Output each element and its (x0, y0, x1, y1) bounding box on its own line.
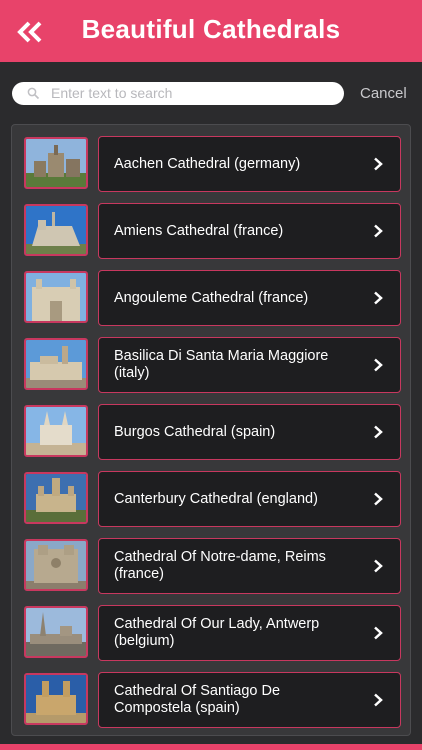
page-title: Beautiful Cathedrals (81, 14, 341, 44)
thumbnail-image (24, 137, 88, 189)
chevron-right-icon (374, 224, 383, 238)
chevron-right-icon (374, 425, 383, 439)
list-item-card[interactable]: Cathedral Of Notre-dame, Reims (france) (98, 538, 401, 594)
app-header: Beautiful Cathedrals (0, 0, 422, 62)
list-item-label: Canterbury Cathedral (england) (114, 490, 318, 507)
search-input[interactable]: Enter text to search (12, 82, 344, 105)
list-item-card[interactable]: Cathedral Of Santiago De Compostela (spa… (98, 672, 401, 728)
list-item[interactable]: Canterbury Cathedral (england) (12, 471, 410, 529)
thumbnail-image (24, 204, 88, 256)
list-item[interactable]: Cathedral Of Our Lady, Antwerp (belgium) (12, 605, 410, 663)
chevron-right-icon (374, 157, 383, 171)
bottom-accent-bar (0, 744, 422, 750)
list-item-label: Cathedral Of Notre-dame, Reims (france) (114, 549, 326, 582)
list-item[interactable]: Aachen Cathedral (germany) (12, 136, 410, 194)
list-item-label: Aachen Cathedral (germany) (114, 155, 301, 172)
list-item-card[interactable]: Aachen Cathedral (germany) (98, 136, 401, 192)
thumbnail-image (24, 338, 88, 390)
thumbnail-image (24, 271, 88, 323)
thumbnail-image (24, 472, 88, 524)
list-item-card[interactable]: Cathedral Of Our Lady, Antwerp (belgium) (98, 605, 401, 661)
list-item-label: Amiens Cathedral (france) (114, 222, 284, 239)
list-item[interactable]: Burgos Cathedral (spain) (12, 404, 410, 462)
thumbnail-image (24, 405, 88, 457)
list-item[interactable]: Basilica Di Santa Maria Maggiore (italy) (12, 337, 410, 395)
cancel-button[interactable]: Cancel (360, 85, 407, 102)
list-item-label: Angouleme Cathedral (france) (114, 289, 309, 306)
list-item[interactable]: Angouleme Cathedral (france) (12, 270, 410, 328)
list-item-label: Cathedral Of Santiago De Compostela (spa… (114, 683, 281, 716)
list-item-card[interactable]: Burgos Cathedral (spain) (98, 404, 401, 460)
list-item[interactable]: Cathedral Of Notre-dame, Reims (france) (12, 538, 410, 596)
list-item[interactable]: Amiens Cathedral (france) (12, 203, 410, 261)
list-item-card[interactable]: Angouleme Cathedral (france) (98, 270, 401, 326)
list-item-card[interactable]: Canterbury Cathedral (england) (98, 471, 401, 527)
search-bar: Enter text to search Cancel (0, 62, 422, 120)
cathedral-list: Aachen Cathedral (germany) Amiens Cathed… (11, 124, 411, 736)
chevron-right-icon (374, 559, 383, 573)
list-item[interactable]: Cathedral Of Santiago De Compostela (spa… (12, 672, 410, 730)
chevron-right-icon (374, 693, 383, 707)
chevron-right-icon (374, 492, 383, 506)
thumbnail-image (24, 606, 88, 658)
list-item-card[interactable]: Basilica Di Santa Maria Maggiore (italy) (98, 337, 401, 393)
chevron-right-icon (374, 626, 383, 640)
chevron-right-icon (374, 291, 383, 305)
list-item-label: Burgos Cathedral (spain) (114, 423, 276, 440)
thumbnail-image (24, 673, 88, 725)
list-item-label: Basilica Di Santa Maria Maggiore (italy) (114, 348, 329, 381)
thumbnail-image (24, 539, 88, 591)
search-placeholder: Enter text to search (51, 85, 173, 101)
list-item-card[interactable]: Amiens Cathedral (france) (98, 203, 401, 259)
search-icon (27, 87, 40, 100)
list-item-label: Cathedral Of Our Lady, Antwerp (belgium) (114, 616, 320, 649)
chevron-right-icon (374, 358, 383, 372)
